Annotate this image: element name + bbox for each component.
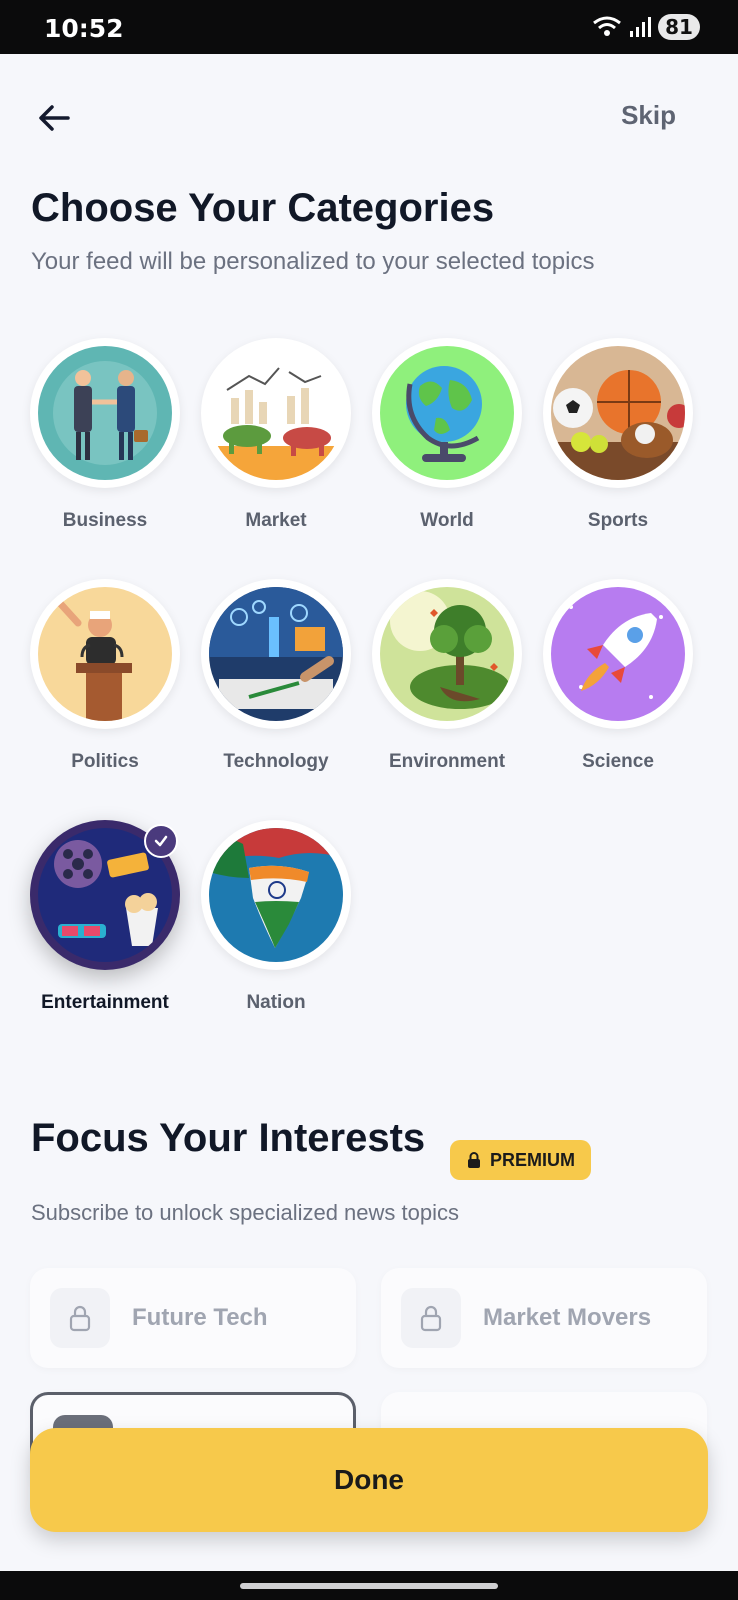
category-circle xyxy=(201,579,351,729)
interests-title: Focus Your Interests xyxy=(31,1116,426,1160)
page-subtitle: Your feed will be personalized to your s… xyxy=(31,248,595,275)
category-label: Sports xyxy=(587,510,649,531)
environment-icon xyxy=(380,587,514,721)
selected-check-icon xyxy=(144,824,178,858)
category-circle xyxy=(30,820,180,970)
signal-icon xyxy=(630,17,651,37)
rocket-icon xyxy=(551,587,685,721)
lock-icon xyxy=(420,1305,442,1332)
wifi-icon xyxy=(593,16,621,36)
category-sports[interactable]: Sports xyxy=(530,338,706,532)
category-circle xyxy=(201,820,351,970)
category-market[interactable]: Market xyxy=(188,338,364,532)
category-circle xyxy=(30,579,180,729)
category-label: Politics xyxy=(71,751,139,772)
category-business[interactable]: Business xyxy=(17,338,193,532)
category-circle xyxy=(543,579,693,729)
category-entertainment[interactable]: Entertainment xyxy=(17,820,193,1014)
category-label: Business xyxy=(62,510,148,531)
interest-card-market-movers[interactable]: Market Movers xyxy=(381,1268,707,1368)
lock-icon xyxy=(468,1152,480,1168)
status-icons: 81 xyxy=(592,14,700,40)
category-circle xyxy=(201,338,351,488)
category-label: Market xyxy=(245,510,307,531)
back-arrow-icon[interactable] xyxy=(34,98,74,138)
skip-button[interactable]: Skip xyxy=(621,100,676,131)
premium-badge: PREMIUM xyxy=(450,1140,591,1180)
category-politics[interactable]: Politics xyxy=(17,579,193,773)
premium-badge-label: PREMIUM xyxy=(490,1149,575,1170)
done-button[interactable]: Done xyxy=(30,1428,708,1532)
category-technology[interactable]: Technology xyxy=(188,579,364,773)
category-circle xyxy=(372,579,522,729)
category-circle xyxy=(30,338,180,488)
interest-card-future-tech[interactable]: Future Tech xyxy=(30,1268,356,1368)
interest-card-label: Market Movers xyxy=(483,1304,652,1331)
category-label: Science xyxy=(582,751,654,772)
market-icon xyxy=(209,346,343,480)
category-science[interactable]: Science xyxy=(530,579,706,773)
interest-card-label: Future Tech xyxy=(132,1304,268,1331)
category-label: Technology xyxy=(223,751,329,772)
category-nation[interactable]: Nation xyxy=(188,820,364,1014)
card-lock-box xyxy=(401,1288,461,1348)
category-circle xyxy=(372,338,522,488)
category-circle xyxy=(543,338,693,488)
top-bar: Skip xyxy=(0,90,738,150)
card-lock-box xyxy=(50,1288,110,1348)
interests-subtitle: Subscribe to unlock specialized news top… xyxy=(31,1200,460,1225)
battery-indicator: 81 xyxy=(658,14,700,40)
category-label: Nation xyxy=(246,992,306,1013)
category-label: Entertainment xyxy=(41,992,169,1013)
nation-map-icon xyxy=(209,828,343,962)
technology-icon xyxy=(209,587,343,721)
category-label: World xyxy=(420,510,474,531)
lock-icon xyxy=(69,1305,91,1332)
category-label: Environment xyxy=(388,751,506,772)
category-environment[interactable]: Environment xyxy=(359,579,535,773)
globe-icon xyxy=(380,346,514,480)
home-indicator-bar xyxy=(0,1571,738,1600)
category-world[interactable]: World xyxy=(359,338,535,532)
sports-icon xyxy=(551,346,685,480)
status-bar: 10:52 81 xyxy=(0,0,738,54)
home-indicator[interactable] xyxy=(240,1583,498,1589)
business-icon xyxy=(38,346,172,480)
status-time: 10:52 xyxy=(44,14,124,43)
politics-icon xyxy=(38,587,172,721)
page-title: Choose Your Categories xyxy=(31,186,495,230)
